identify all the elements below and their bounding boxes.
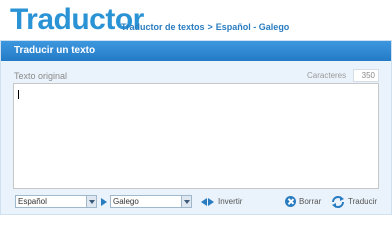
play-arrow-icon (101, 198, 107, 206)
original-text-input[interactable] (13, 83, 379, 189)
translate-label: Traducir (348, 197, 378, 206)
characters-remaining: 350 (353, 69, 379, 82)
translator-panel: Traducir un texto Texto original Caracte… (0, 40, 392, 215)
page-header: Traductor Traductor de textos > Español - … (0, 0, 392, 40)
invert-button[interactable]: Invertir (201, 195, 242, 209)
breadcrumb: Traductor de textos > Español - Galego (121, 22, 289, 32)
invert-label: Invertir (218, 197, 243, 206)
characters-label: Caracteres (307, 71, 347, 80)
clear-button[interactable]: Borrar (285, 195, 321, 209)
panel-title: Traducir un texto (1, 41, 391, 61)
translate-button[interactable]: Traducir (331, 195, 377, 209)
breadcrumb-separator: > (207, 22, 213, 32)
target-language-select[interactable]: Galego (110, 195, 192, 208)
breadcrumb-language-pair: Español - Galego (215, 22, 290, 32)
close-circle-icon (285, 196, 296, 208)
text-caret (18, 90, 19, 99)
chevron-down-icon[interactable] (181, 196, 191, 207)
clear-label: Borrar (299, 197, 322, 206)
original-text-label: Texto original (14, 71, 68, 81)
chevron-down-icon[interactable] (86, 196, 96, 207)
controls-bar: Español Galego Invertir Borrar Traducir (1, 192, 391, 214)
source-language-value: Español (18, 197, 47, 206)
breadcrumb-section[interactable]: Traductor de textos (121, 22, 205, 32)
refresh-arrows-icon (332, 195, 344, 208)
source-language-select[interactable]: Español (15, 195, 97, 208)
invert-arrows-icon (201, 197, 215, 206)
target-language-value: Galego (113, 197, 139, 206)
